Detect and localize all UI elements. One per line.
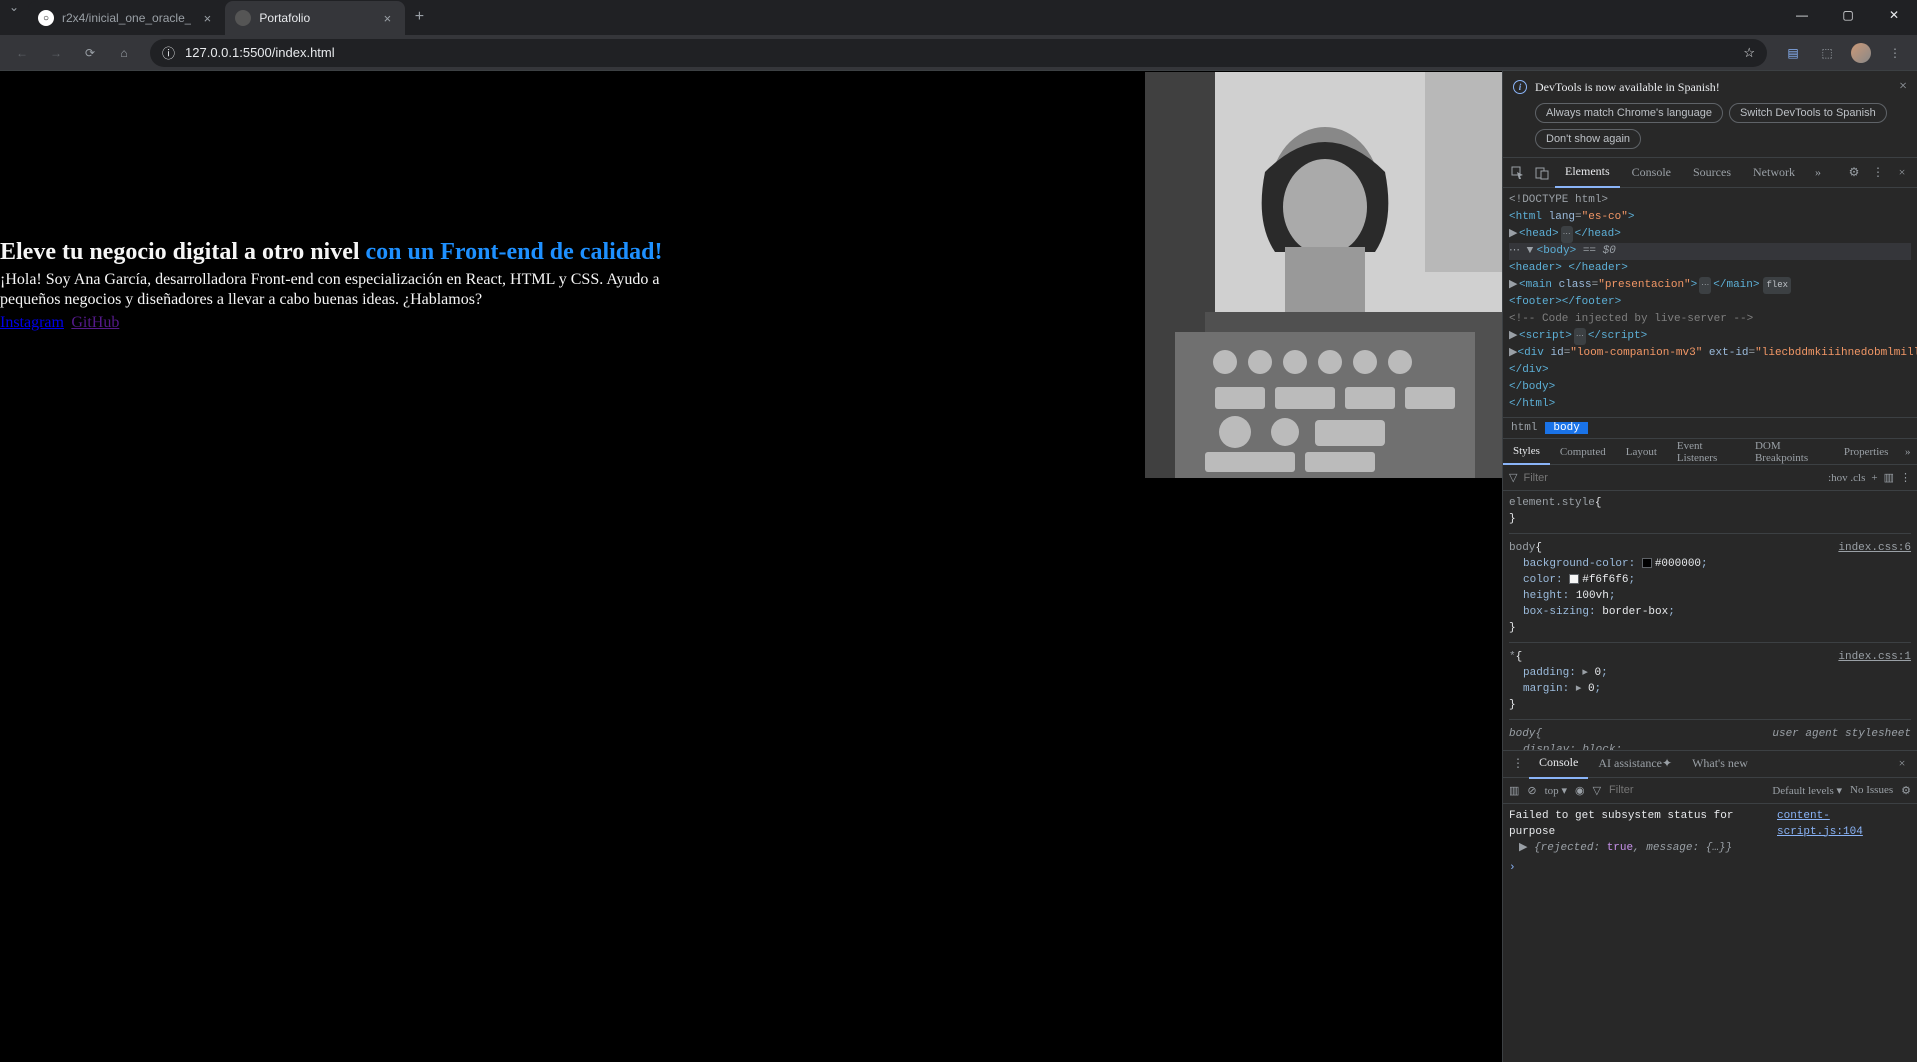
- info-icon: i: [1513, 80, 1527, 94]
- github-icon: ○: [38, 10, 54, 26]
- switch-devtools-language-button[interactable]: Switch DevTools to Spanish: [1729, 103, 1887, 123]
- tab-layout[interactable]: Layout: [1616, 439, 1667, 465]
- issues-badge[interactable]: No Issues: [1850, 784, 1893, 796]
- kebab-icon[interactable]: ⋮: [1507, 753, 1529, 775]
- tab-dom-breakpoints[interactable]: DOM Breakpoints: [1745, 439, 1834, 465]
- url-text: 127.0.0.1:5500/index.html: [185, 45, 335, 60]
- browser-titlebar: ⌄ ○ r2x4/inicial_one_oracle_ × Portafoli…: [0, 0, 1917, 35]
- inspect-icon[interactable]: [1507, 162, 1529, 184]
- tab-network[interactable]: Network: [1743, 158, 1805, 188]
- filter-icon: ▽: [1593, 784, 1601, 797]
- close-icon[interactable]: ×: [199, 10, 215, 26]
- styles-pane[interactable]: element.style { } body {index.css:6 back…: [1503, 491, 1917, 750]
- crumb-html[interactable]: html: [1503, 422, 1545, 434]
- settings-icon[interactable]: ⚙: [1843, 162, 1865, 184]
- maximize-icon[interactable]: ▢: [1825, 0, 1871, 30]
- close-devtools-icon[interactable]: ×: [1891, 162, 1913, 184]
- tab-github[interactable]: ○ r2x4/inicial_one_oracle_ ×: [28, 1, 225, 35]
- devtools-panel: i DevTools is now available in Spanish! …: [1502, 71, 1917, 1062]
- back-button[interactable]: ←: [8, 39, 36, 67]
- tab-console[interactable]: Console: [1622, 158, 1681, 188]
- tab-search-chevron[interactable]: ⌄: [0, 0, 28, 14]
- instagram-link[interactable]: Instagram: [0, 314, 64, 331]
- devtools-tabs: Elements Console Sources Network » ⚙ ⋮ ×: [1503, 158, 1917, 188]
- context-selector[interactable]: top ▾: [1545, 784, 1567, 797]
- tab-sources[interactable]: Sources: [1683, 158, 1741, 188]
- tab-event-listeners[interactable]: Event Listeners: [1667, 439, 1745, 465]
- tab-properties[interactable]: Properties: [1834, 439, 1899, 465]
- crumb-body[interactable]: body: [1545, 422, 1587, 434]
- console-prompt[interactable]: ›: [1509, 860, 1911, 876]
- styles-filter-bar: ▽ :hov .cls + ▥ ⋮: [1503, 465, 1917, 491]
- tab-computed[interactable]: Computed: [1550, 439, 1616, 465]
- translate-icon[interactable]: ▤: [1779, 39, 1807, 67]
- more-tabs-icon[interactable]: »: [1898, 441, 1917, 463]
- always-match-language-button[interactable]: Always match Chrome's language: [1535, 103, 1723, 123]
- new-rule-icon[interactable]: +: [1871, 472, 1877, 484]
- reload-button[interactable]: ⟳: [76, 39, 104, 67]
- kebab-icon[interactable]: ⋮: [1900, 471, 1911, 484]
- document-icon: [235, 10, 251, 26]
- banner-message: DevTools is now available in Spanish!: [1535, 80, 1720, 95]
- console-sidebar-icon[interactable]: ▥: [1509, 784, 1519, 797]
- toggle-computed-icon[interactable]: ▥: [1884, 471, 1894, 484]
- console-settings-icon[interactable]: ⚙: [1901, 784, 1911, 797]
- console-toolbar: ▥ ⊘ top ▾ ◉ ▽ Default levels ▾ No Issues…: [1503, 778, 1917, 804]
- close-icon[interactable]: ×: [379, 10, 395, 26]
- console-output[interactable]: Failed to get subsystem status for purpo…: [1503, 804, 1917, 1062]
- tab-title: r2x4/inicial_one_oracle_: [62, 11, 191, 25]
- hov-cls-toggle[interactable]: :hov .cls: [1828, 472, 1865, 484]
- rendered-page: Eleve tu negocio digital a otro nivel co…: [0, 71, 1502, 1062]
- url-bar: ← → ⟳ ⌂ ⓘ 127.0.0.1:5500/index.html ☆ ▤ …: [0, 35, 1917, 71]
- tab-title: Portafolio: [259, 11, 371, 25]
- console-message: Failed to get subsystem status for purpo…: [1509, 808, 1777, 840]
- site-info-icon[interactable]: ⓘ: [162, 43, 175, 62]
- drawer-tab-whatsnew[interactable]: What's new: [1682, 749, 1758, 779]
- tab-portafolio[interactable]: Portafolio ×: [225, 1, 405, 35]
- styles-tabs: Styles Computed Layout Event Listeners D…: [1503, 439, 1917, 465]
- minimize-icon[interactable]: —: [1779, 0, 1825, 30]
- tab-elements[interactable]: Elements: [1555, 158, 1620, 188]
- dom-breadcrumb[interactable]: html body: [1503, 417, 1917, 439]
- content-area: Eleve tu negocio digital a otro nivel co…: [0, 71, 1917, 1062]
- clear-console-icon[interactable]: ⊘: [1527, 784, 1536, 797]
- log-levels-selector[interactable]: Default levels ▾: [1772, 784, 1842, 797]
- device-toggle-icon[interactable]: [1531, 162, 1553, 184]
- tab-styles[interactable]: Styles: [1503, 439, 1550, 465]
- bookmark-icon[interactable]: ☆: [1743, 45, 1755, 61]
- new-tab-button[interactable]: +: [405, 3, 433, 31]
- extensions-icon[interactable]: ⬚: [1813, 39, 1841, 67]
- dont-show-again-button[interactable]: Don't show again: [1535, 129, 1641, 149]
- console-filter-input[interactable]: [1609, 784, 1764, 796]
- close-icon[interactable]: ×: [1899, 79, 1907, 95]
- address-bar[interactable]: ⓘ 127.0.0.1:5500/index.html ☆: [150, 39, 1767, 67]
- more-tabs-icon[interactable]: »: [1807, 162, 1829, 184]
- kebab-icon[interactable]: ⋮: [1867, 162, 1889, 184]
- styles-filter-input[interactable]: [1523, 472, 1822, 484]
- page-paragraph: ¡Hola! Soy Ana García, desarrolladora Fr…: [0, 270, 680, 310]
- home-button[interactable]: ⌂: [110, 39, 138, 67]
- github-link[interactable]: GitHub: [71, 314, 119, 331]
- close-drawer-icon[interactable]: ×: [1891, 753, 1913, 775]
- live-expression-icon[interactable]: ◉: [1575, 784, 1585, 797]
- close-window-icon[interactable]: ✕: [1871, 0, 1917, 30]
- drawer-tab-ai[interactable]: AI assistance ✦: [1588, 749, 1682, 779]
- profile-photo: [1145, 72, 1502, 478]
- drawer-tab-console[interactable]: Console: [1529, 749, 1588, 779]
- dom-tree[interactable]: <!DOCTYPE html> <html lang="es-co"> ▶<he…: [1503, 188, 1917, 417]
- forward-button[interactable]: →: [42, 39, 70, 67]
- menu-icon[interactable]: ⋮: [1881, 39, 1909, 67]
- profile-avatar[interactable]: [1847, 39, 1875, 67]
- console-source-link[interactable]: content-script.js:104: [1777, 808, 1911, 840]
- devtools-language-banner: i DevTools is now available in Spanish! …: [1503, 71, 1917, 158]
- filter-icon: ▽: [1509, 471, 1517, 484]
- drawer-tabs: ⋮ Console AI assistance ✦ What's new ×: [1503, 750, 1917, 778]
